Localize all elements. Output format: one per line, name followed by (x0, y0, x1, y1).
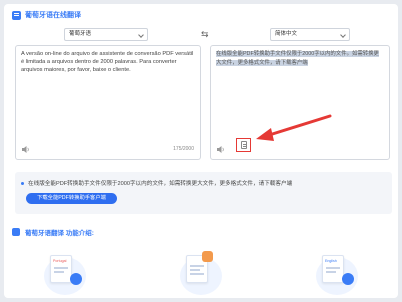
features-section-icon (12, 228, 20, 236)
client-download-notice: 在线版全能PDF转换助手文件仅限于2000字以内的文件，如需转换更大文件，更多格… (15, 172, 392, 214)
chevron-down-icon (138, 32, 144, 38)
doc-line (54, 271, 64, 273)
translation-result-text: 在线版全能PDF转换助手文件仅限于2000字以内的文件。如需转换更大文件，更多格… (216, 51, 379, 66)
notice-message: 在线版全能PDF转换助手文件仅限于2000字以内的文件，如需转换更大文件，更多格… (28, 181, 293, 187)
target-language-select[interactable]: 简体中文 (270, 28, 350, 41)
globe-badge-icon (342, 273, 354, 285)
features-title: 葡萄牙语翻译 功能介绍: (25, 230, 94, 237)
doc-line (190, 269, 200, 271)
character-counter: 175/2000 (173, 146, 194, 152)
target-language-value: 简体中文 (275, 31, 298, 37)
chevron-down-icon (340, 32, 346, 38)
feature-illustration-2 (174, 249, 230, 299)
source-language-value: 葡萄牙语 (69, 31, 92, 37)
page-title: 葡萄牙语在线翻译 (25, 12, 81, 19)
translator-card: 葡萄牙语在线翻译 葡萄牙语 ⇆ 简体中文 A versão on-line do… (4, 4, 398, 298)
doc-line (54, 267, 68, 269)
download-client-button[interactable]: 下载全能PDF转换助手客户端 (26, 193, 117, 204)
feature-illustration-3: English (310, 249, 366, 299)
source-text-panel[interactable]: A versão on-line do arquivo de assistent… (15, 45, 201, 160)
doc-line (190, 265, 204, 267)
doc-line (326, 267, 340, 269)
source-language-select[interactable]: 葡萄牙语 (64, 28, 148, 41)
english-doc-icon: English (322, 255, 344, 283)
doc-label: Portugal (53, 259, 67, 263)
doc-line (190, 273, 204, 275)
translation-result: 在线版全能PDF转换助手文件仅限于2000字以内的文件。如需转换更大文件，更多格… (216, 50, 384, 67)
copy-icon[interactable] (241, 141, 247, 149)
result-text-panel: 在线版全能PDF转换助手文件仅限于2000字以内的文件。如需转换更大文件，更多格… (210, 45, 390, 160)
features-heading: 葡萄牙语翻译 功能介绍: (12, 227, 94, 237)
convert-badge-icon (70, 273, 82, 285)
speaker-icon[interactable] (217, 146, 225, 153)
portugal-doc-icon: Portugal (50, 255, 72, 283)
speaker-icon[interactable] (22, 146, 30, 153)
bullet-dot (21, 182, 24, 185)
swap-languages-icon[interactable]: ⇆ (201, 28, 209, 41)
orange-badge-icon (202, 251, 213, 262)
doc-line (326, 271, 336, 273)
page-header: 葡萄牙语在线翻译 (12, 10, 81, 20)
feature-illustration-1: Portugal (38, 249, 94, 299)
doc-label: English (325, 259, 337, 263)
source-textarea[interactable]: A versão on-line do arquivo de assistent… (21, 50, 197, 75)
copy-highlight-box (236, 138, 251, 152)
translate-section-icon (12, 10, 21, 20)
